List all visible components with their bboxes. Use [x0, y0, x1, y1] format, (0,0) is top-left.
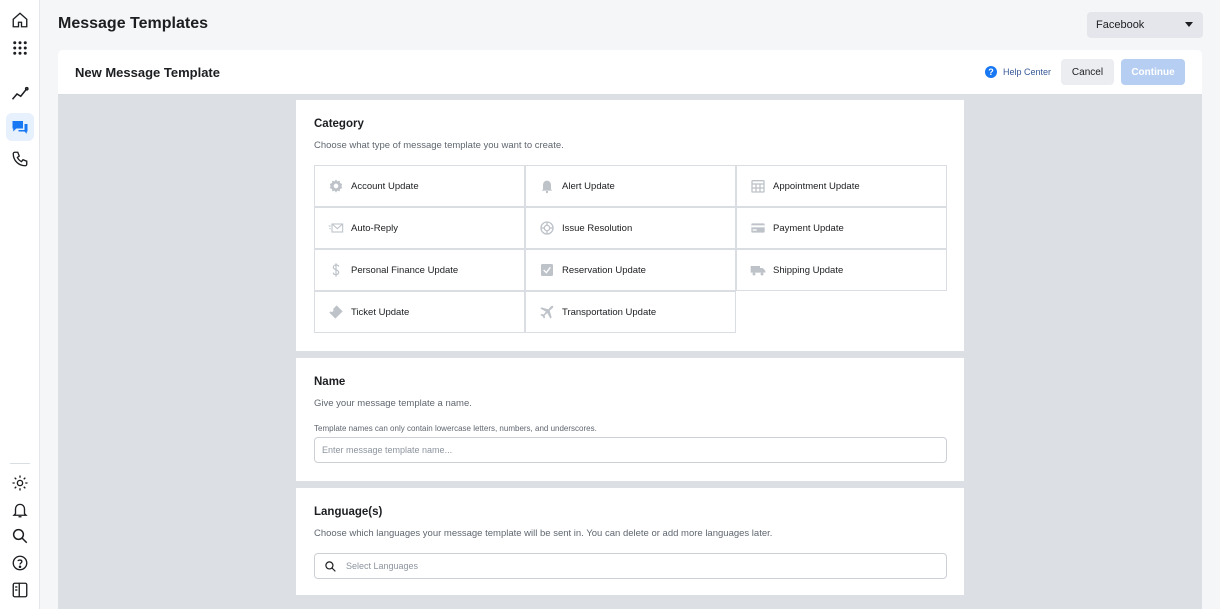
languages-description: Choose which languages your message temp… — [314, 528, 773, 539]
name-note: Template names can only contain lowercas… — [314, 424, 597, 433]
help-center-link[interactable]: Help Center — [1003, 67, 1051, 77]
checkbox-icon — [538, 261, 556, 279]
left-nav-rail — [0, 0, 40, 609]
credit-card-icon — [749, 219, 767, 237]
category-section: Category Choose what type of message tem… — [296, 100, 964, 351]
help-circle-icon[interactable]: ? — [985, 66, 997, 78]
calendar-icon — [749, 177, 767, 195]
category-alert-update[interactable]: Alert Update — [525, 165, 736, 207]
category-heading: Category — [314, 118, 364, 130]
ticket-icon — [327, 303, 345, 321]
platform-select[interactable]: Facebook — [1087, 12, 1203, 38]
home-icon[interactable] — [6, 6, 34, 34]
page-title: Message Templates — [58, 15, 208, 32]
languages-search-input[interactable]: Select Languages — [314, 553, 947, 579]
cancel-button[interactable]: Cancel — [1061, 59, 1114, 85]
truck-icon — [749, 261, 767, 279]
help-icon[interactable] — [6, 549, 34, 577]
category-appointment-update[interactable]: Appointment Update — [736, 165, 947, 207]
languages-placeholder: Select Languages — [346, 561, 419, 571]
dollar-icon — [327, 261, 345, 279]
panel-toggle-icon[interactable] — [6, 576, 34, 604]
notifications-icon[interactable] — [6, 496, 34, 524]
messages-icon[interactable] — [6, 113, 34, 141]
category-auto-reply[interactable]: Auto-Reply — [314, 207, 525, 249]
category-ticket-update[interactable]: Ticket Update — [314, 291, 525, 333]
category-account-update[interactable]: Account Update — [314, 165, 525, 207]
insights-icon[interactable] — [6, 80, 34, 108]
category-label: Payment Update — [773, 222, 844, 234]
name-section: Name Give your message template a name. … — [296, 358, 964, 481]
category-transportation-update[interactable]: Transportation Update — [525, 291, 736, 333]
airplane-icon — [538, 303, 556, 321]
category-label: Alert Update — [562, 180, 615, 192]
category-label: Personal Finance Update — [351, 264, 459, 276]
settings-icon[interactable] — [6, 469, 34, 497]
search-icon — [325, 561, 336, 572]
new-template-modal: New Message Template ? Help Center Cance… — [58, 50, 1202, 609]
continue-button[interactable]: Continue — [1121, 59, 1185, 85]
category-label: Issue Resolution — [562, 222, 633, 234]
category-reservation-update[interactable]: Reservation Update — [525, 249, 736, 291]
chevron-down-icon — [1185, 22, 1193, 27]
name-description: Give your message template a name. — [314, 398, 472, 409]
category-description: Choose what type of message template you… — [314, 140, 564, 151]
template-name-input[interactable]: Enter message template name... — [314, 437, 947, 463]
rail-divider — [10, 463, 30, 464]
category-label: Shipping Update — [773, 264, 844, 276]
platform-select-value: Facebook — [1096, 19, 1145, 31]
category-label: Account Update — [351, 180, 419, 192]
languages-section: Language(s) Choose which languages your … — [296, 488, 964, 595]
category-payment-update[interactable]: Payment Update — [736, 207, 947, 249]
category-label: Ticket Update — [351, 306, 410, 318]
bell-icon — [538, 177, 556, 195]
modal-title: New Message Template — [75, 65, 220, 80]
apps-grid-icon[interactable] — [6, 34, 34, 62]
phone-icon[interactable] — [6, 145, 34, 173]
name-heading: Name — [314, 376, 346, 388]
languages-heading: Language(s) — [314, 506, 383, 518]
category-label: Transportation Update — [562, 306, 657, 318]
envelope-icon — [327, 219, 345, 237]
category-issue-resolution[interactable]: Issue Resolution — [525, 207, 736, 249]
category-grid: Account Update Alert Update Appointment … — [314, 165, 947, 333]
lifebuoy-icon — [538, 219, 556, 237]
modal-header: New Message Template ? Help Center Cance… — [58, 50, 1202, 95]
template-name-placeholder: Enter message template name... — [322, 445, 453, 455]
category-personal-finance-update[interactable]: Personal Finance Update — [314, 249, 525, 291]
search-icon[interactable] — [6, 522, 34, 550]
gear-icon — [327, 177, 345, 195]
category-label: Reservation Update — [562, 264, 646, 276]
category-shipping-update[interactable]: Shipping Update — [736, 249, 947, 291]
category-label: Appointment Update — [773, 180, 860, 192]
category-label: Auto-Reply — [351, 222, 398, 234]
